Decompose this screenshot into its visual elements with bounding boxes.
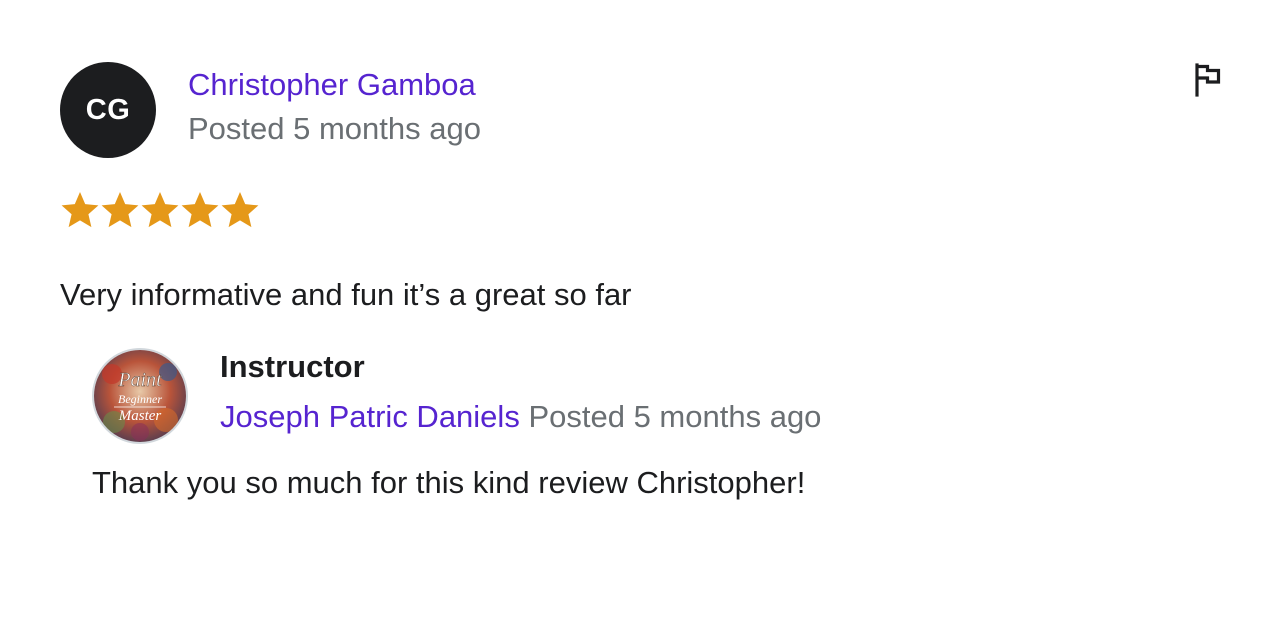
response-posted-time: Posted 5 months ago (528, 399, 822, 434)
report-button[interactable] (1188, 60, 1228, 100)
response-meta: Joseph Patric Daniels Posted 5 months ag… (220, 398, 821, 436)
flag-icon (1195, 63, 1221, 97)
reviewer-avatar: CG (60, 62, 156, 158)
reviewer-name-link[interactable]: Christopher Gamboa (188, 66, 476, 104)
instructor-name-link[interactable]: Joseph Patric Daniels (220, 399, 520, 434)
logo-text-paint: Paint (117, 369, 162, 391)
star-icon (181, 192, 219, 228)
star-icon (61, 192, 99, 228)
star-rating (60, 190, 260, 230)
star-icon (221, 192, 259, 228)
response-text: Thank you so much for this kind review C… (92, 465, 806, 500)
star-icon (141, 192, 179, 228)
paint-beginner-master-logo: Paint Beginner Master (94, 350, 186, 442)
logo-text-beginner: Beginner (118, 392, 162, 406)
review-card: CG Christopher Gamboa Posted 5 months ag… (0, 0, 1284, 638)
review-posted-time: Posted 5 months ago (188, 111, 481, 146)
instructor-avatar: Paint Beginner Master (92, 348, 188, 444)
avatar-initials: CG (85, 93, 131, 126)
logo-text-master: Master (118, 408, 162, 424)
star-icon (101, 192, 139, 228)
response-title: Instructor (220, 349, 365, 384)
review-text: Very informative and fun it’s a great so… (60, 277, 632, 312)
